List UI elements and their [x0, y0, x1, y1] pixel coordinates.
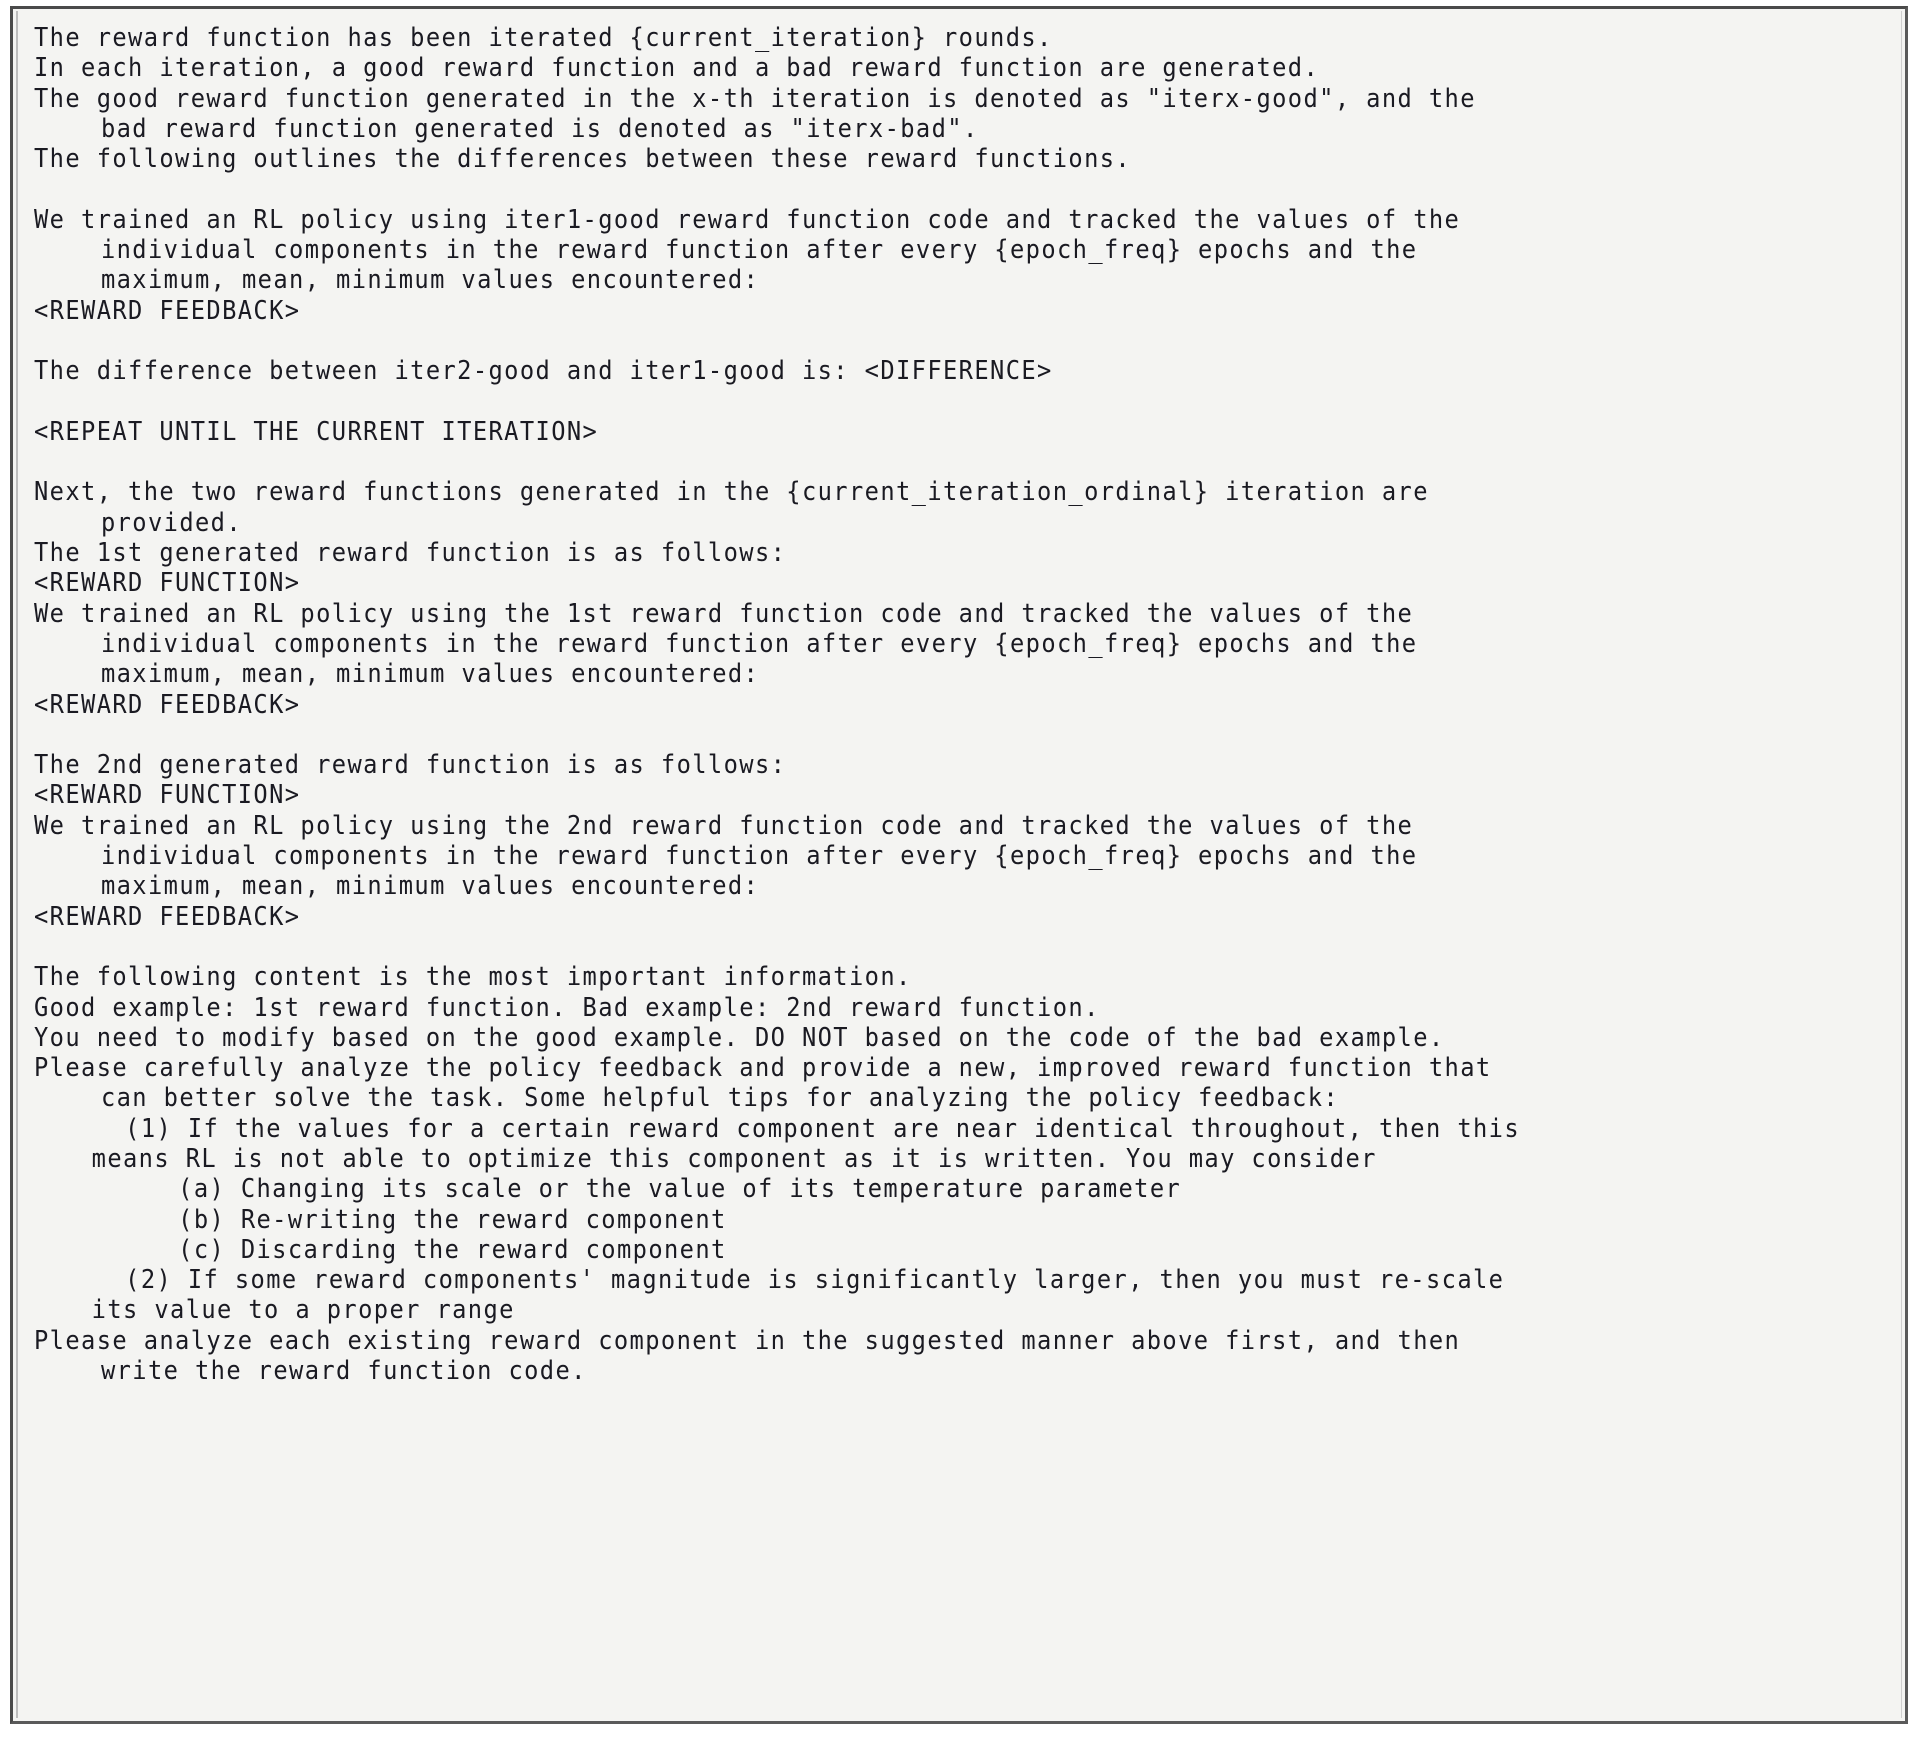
prompt-line: provided. [100, 507, 243, 538]
prompt-frame: The reward function has been iterated {c… [10, 6, 1908, 1724]
prompt-line: <REWARD FEEDBACK> [34, 295, 301, 326]
prompt-line: Please carefully analyze the policy feed… [34, 1053, 1492, 1084]
prompt-line: The 2nd generated reward function is as … [34, 750, 787, 781]
prompt-line: individual components in the reward func… [100, 628, 1418, 659]
prompt-line: means RL is not able to optimize this co… [91, 1143, 1377, 1174]
prompt-line: its value to a proper range [91, 1295, 515, 1326]
prompt-line: In each iteration, a good reward functio… [34, 53, 1320, 84]
prompt-blank-line [34, 174, 1761, 204]
prompt-line: Good example: 1st reward function. Bad e… [34, 992, 1100, 1023]
prompt-line: <REWARD FEEDBACK> [34, 901, 301, 932]
prompt-line: (2) If some reward components' magnitude… [125, 1265, 1505, 1296]
prompt-line: bad reward function generated is denoted… [100, 113, 979, 144]
prompt-line: The following content is the most import… [34, 962, 912, 993]
prompt-line: (c) Discarding the reward component [178, 1234, 727, 1265]
prompt-blank-line [34, 932, 1761, 962]
prompt-line: We trained an RL policy using the 2nd re… [34, 810, 1414, 841]
prompt-blank-line [34, 720, 1761, 750]
prompt-line: can better solve the task. Some helpful … [100, 1083, 1340, 1114]
prompt-line: We trained an RL policy using iter1-good… [34, 204, 1461, 235]
prompt-line: We trained an RL policy using the 1st re… [34, 598, 1414, 629]
prompt-blank-line [34, 447, 1761, 477]
prompt-line: The 1st generated reward function is as … [34, 538, 787, 569]
prompt-line: You need to modify based on the good exa… [34, 1022, 1445, 1053]
prompt-line: write the reward function code. [100, 1356, 587, 1387]
prompt-line: The reward function has been iterated {c… [34, 23, 1053, 53]
prompt-line: <REWARD FUNCTION> [34, 568, 301, 599]
prompt-text-block: The reward function has been iterated {c… [18, 11, 1901, 1396]
prompt-line: individual components in the reward func… [100, 841, 1418, 872]
prompt-line: Next, the two reward functions generated… [34, 477, 1429, 508]
prompt-line: The good reward function generated in th… [34, 83, 1476, 114]
prompt-line: (b) Re-writing the reward component [178, 1204, 727, 1235]
prompt-blank-line [34, 326, 1761, 356]
prompt-line: The following outlines the differences b… [34, 144, 1132, 175]
prompt-line: (1) If the values for a certain reward c… [125, 1113, 1521, 1144]
prompt-line: individual components in the reward func… [100, 235, 1418, 266]
prompt-inner-border: The reward function has been iterated {c… [16, 11, 1902, 1718]
prompt-line: <REWARD FUNCTION> [34, 780, 301, 811]
prompt-line: <REPEAT UNTIL THE CURRENT ITERATION> [34, 416, 599, 447]
prompt-line: The difference between iter2-good and it… [34, 356, 1053, 387]
prompt-line: <REWARD FEEDBACK> [34, 689, 301, 720]
prompt-line: Please analyze each existing reward comp… [34, 1325, 1461, 1356]
prompt-line: maximum, mean, minimum values encountere… [100, 659, 760, 690]
prompt-line: (a) Changing its scale or the value of i… [178, 1174, 1182, 1205]
prompt-blank-line [34, 387, 1761, 417]
prompt-line: maximum, mean, minimum values encountere… [100, 265, 760, 296]
prompt-line: maximum, mean, minimum values encountere… [100, 871, 760, 902]
